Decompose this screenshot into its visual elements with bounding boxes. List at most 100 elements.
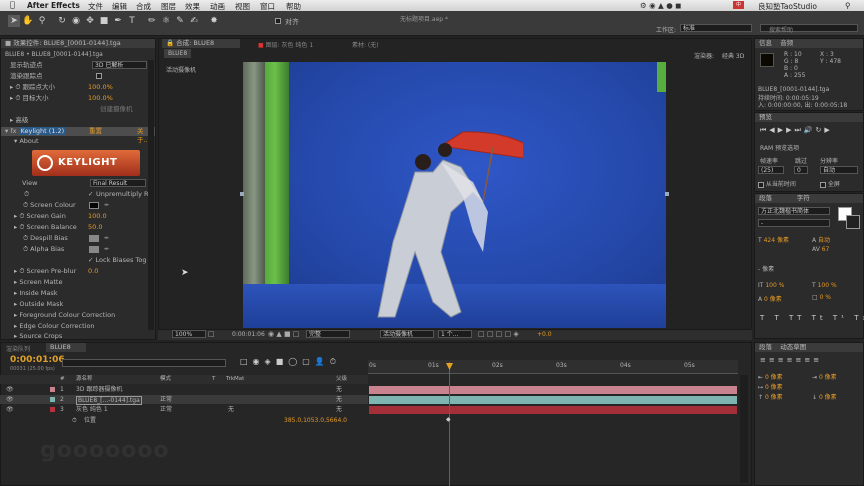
table-row[interactable]: 👁 3 灰色 纯色 1 正常 无 无 — [0, 405, 368, 414]
timeline-comp-tab[interactable]: BLUE8 — [46, 343, 86, 352]
fx-value[interactable]: 100.0% — [88, 82, 113, 92]
viewer-handle-left[interactable] — [240, 192, 244, 196]
eyedropper-icon[interactable]: ✒ — [104, 244, 109, 254]
font-family-dropdown[interactable]: 方正北魏楷书简体 — [758, 207, 830, 215]
inside-mask-group[interactable]: ▸ Inside Mask — [14, 288, 58, 298]
resolution-dropdown[interactable]: 完整 — [306, 330, 350, 338]
layer-viewer-tab[interactable]: ■ 图层: 灰色 纯色 1 — [258, 40, 313, 49]
zoom-tool-icon[interactable]: ⚲ — [36, 15, 48, 27]
ram-preview-options[interactable]: RAM 预览选项 — [760, 143, 860, 152]
source-crops-group[interactable]: ▸ Source Crops — [14, 331, 62, 341]
camera-tool-icon[interactable]: ◉ — [70, 15, 82, 27]
layer-mode[interactable]: 正常 — [160, 395, 172, 404]
layer-bar-solid[interactable] — [369, 406, 737, 414]
layer-trkmat[interactable]: 无 — [228, 405, 234, 414]
pan-behind-tool-icon[interactable]: ✥ — [84, 15, 96, 27]
render-queue-tab[interactable]: 渲染队列 — [6, 344, 30, 353]
comp-breadcrumb[interactable]: BLUE8 — [164, 49, 192, 58]
roto-tool-icon[interactable]: ✍ — [188, 15, 200, 27]
layer-name[interactable]: 灰色 纯色 1 — [76, 405, 108, 414]
outside-mask-group[interactable]: ▸ Outside Mask — [14, 299, 63, 309]
renderer-value[interactable]: 经典 3D — [722, 51, 744, 60]
despill-swatch[interactable] — [89, 235, 99, 242]
layer-parent[interactable]: 无 — [336, 405, 342, 414]
type-tool-icon[interactable]: T — [126, 15, 138, 27]
layer-name[interactable]: 3D 跟踪器摄像机 — [76, 385, 122, 394]
info-tab[interactable]: 信息 音频 — [755, 39, 863, 48]
footage-viewer-tab[interactable]: 素材: (无) — [352, 40, 379, 49]
tracking-value[interactable]: AV 67 — [812, 246, 829, 253]
screen-gain-value[interactable]: 100.0 — [88, 211, 107, 221]
effect-scrollbar[interactable] — [148, 60, 154, 330]
leading-value[interactable]: A 自动 — [812, 235, 830, 244]
text-style-buttons[interactable]: T T TT Tt T¹ T₁ — [760, 314, 864, 322]
expand-arrow-icon[interactable]: ▸ ⏱ — [10, 83, 22, 91]
menu-search-icon[interactable]: ⚲ — [845, 1, 851, 10]
visibility-eye-icon[interactable]: 👁 — [6, 395, 14, 404]
character-tab[interactable]: 段落 字符 — [755, 194, 863, 203]
screen-matte-group[interactable]: ▸ Screen Matte — [14, 277, 62, 287]
full-screen-checkbox[interactable]: 全屏 — [820, 179, 840, 188]
font-size-value[interactable]: T 424 像素 — [758, 235, 789, 244]
fx-checkbox[interactable] — [96, 73, 102, 79]
app-menu[interactable]: After Effects — [27, 1, 80, 10]
edge-colour-correction-group[interactable]: ▸ Edge Colour Correction — [14, 321, 95, 331]
current-time-indicator[interactable] — [449, 362, 450, 486]
rotate-tool-icon[interactable]: ↻ — [56, 15, 68, 27]
timeline-search-input[interactable] — [62, 359, 226, 367]
current-time-display[interactable]: 0:00:01:06 — [232, 331, 265, 338]
table-row[interactable]: 👁 1 3D 跟踪器摄像机 无 — [0, 385, 368, 394]
clone-tool-icon[interactable]: ⚛ — [160, 15, 172, 27]
puppet-tool-icon[interactable]: ✸ — [208, 15, 220, 27]
keylight-name[interactable]: Keylight (1.2) — [18, 127, 67, 135]
font-style-dropdown[interactable]: - — [758, 219, 830, 227]
alpha-swatch[interactable] — [89, 246, 99, 253]
pen-tool-icon[interactable]: ✒ — [112, 15, 124, 27]
table-row[interactable]: 👁 2 BLUE8_[...-0144].tga 正常 无 — [0, 395, 368, 405]
align-buttons[interactable]: ≡≡≡≡≡≡≡ — [760, 356, 822, 364]
space-after[interactable]: ↓ 0 像素 — [812, 392, 837, 401]
playback-controls[interactable]: ⏮◀▶▶⏭🔊↻▶ — [760, 126, 833, 135]
layer-parent[interactable]: 无 — [336, 385, 342, 394]
apple-icon[interactable]:  — [10, 0, 15, 9]
visibility-eye-icon[interactable]: 👁 — [6, 405, 14, 414]
viewer-handle-right[interactable] — [665, 192, 669, 196]
stopwatch-icon[interactable]: ⏱ — [72, 416, 77, 425]
property-row[interactable]: ⏱ 位置 385.0,1053.0,5664.0 — [0, 416, 368, 425]
vertical-scale-value[interactable]: IT 100 % — [758, 282, 784, 289]
about-section[interactable]: ▾ About — [14, 136, 39, 146]
hand-tool-icon[interactable]: ✋ — [22, 15, 34, 27]
create-camera-button[interactable]: 创建摄像机 — [100, 104, 133, 114]
effect-controls-tab[interactable]: ■ 效果控件: BLUE8_[0001-0144].tga — [1, 39, 155, 48]
layer-bar-footage[interactable] — [369, 396, 737, 404]
3d-view-icons[interactable]: □ □ □ □ ◈ — [478, 330, 519, 338]
layer-color-label[interactable] — [50, 407, 55, 412]
position-value[interactable]: 385.0,1053.0,5664.0 — [284, 416, 347, 425]
lock-icon[interactable]: 🔒 — [166, 39, 176, 47]
fx-dropdown[interactable]: 3D 已解析 — [92, 61, 147, 69]
layer-color-label[interactable] — [50, 397, 55, 402]
preview-tab[interactable]: 预览 — [755, 113, 863, 122]
screen-colour-swatch[interactable] — [89, 202, 99, 209]
lock-biases-row[interactable]: ✓ Lock Biases Tog — [88, 255, 154, 265]
help-search-input[interactable]: 搜索帮助 — [760, 24, 858, 34]
layer-parent[interactable]: 无 — [336, 395, 342, 404]
snapshot-icon[interactable]: ◉ ▲ ■ □ — [268, 330, 299, 338]
align-checkbox[interactable] — [275, 17, 281, 25]
stroke-color-swatch[interactable] — [846, 215, 860, 229]
screen-preblur-value[interactable]: 0.0 — [88, 266, 98, 276]
indent-left[interactable]: ⇤ 0 像素 — [758, 372, 783, 381]
expand-arrow-icon[interactable]: ▸ ⏱ — [14, 212, 26, 220]
timeline-scrollbar[interactable] — [740, 375, 748, 483]
indent-right[interactable]: ⇥ 0 像素 — [812, 372, 837, 381]
camera-dropdown[interactable]: 活动摄像机 — [380, 330, 434, 338]
header-source-name[interactable]: 源名称 — [76, 375, 93, 384]
paragraph-tab[interactable]: 段落 动态草图 — [755, 343, 863, 352]
timecode-display[interactable]: 0:00:01:06 — [10, 355, 65, 365]
layer-name[interactable]: BLUE8_[...-0144].tga — [76, 396, 142, 405]
timeline-ruler[interactable] — [368, 360, 738, 374]
footer-icons[interactable]: □ — [208, 330, 215, 338]
composition-tab[interactable]: 🔒 合成: BLUE8 — [162, 39, 240, 48]
resolution-select[interactable]: 自动 — [820, 166, 858, 174]
expand-arrow-icon[interactable]: ▸ ⏱ — [14, 223, 26, 231]
